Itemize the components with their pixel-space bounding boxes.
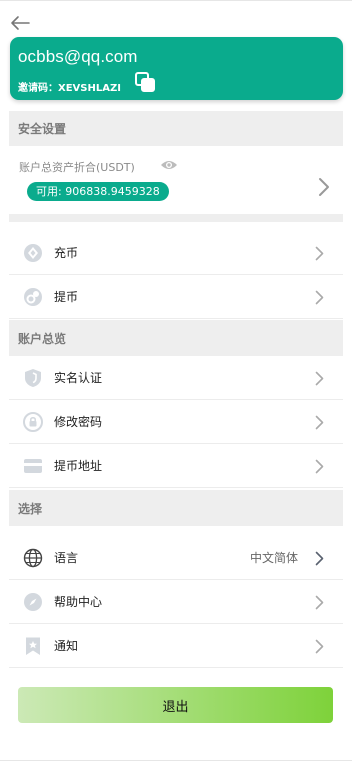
globe-icon — [23, 548, 43, 568]
menu-item-verify[interactable]: 实名认证 — [9, 356, 343, 400]
menu-item-withdraw[interactable]: 提币 — [9, 275, 343, 319]
shield-icon — [25, 369, 41, 387]
menu-item-password-label: 修改密码 — [54, 415, 103, 429]
menu-item-verify-label: 实名认证 — [54, 371, 103, 385]
invite-code-line: 邀请码：XEVSHLAZI — [18, 79, 121, 94]
menu-item-help-label: 帮助中心 — [54, 595, 103, 609]
bookmark-icon — [26, 637, 40, 655]
chevron-right-icon — [315, 595, 324, 610]
top-divider — [0, 0, 352, 1]
section-choose-title: 选择 — [18, 501, 43, 516]
deposit-icon — [24, 244, 42, 262]
section-choose: 选择 — [9, 490, 343, 526]
asset-summary[interactable] — [9, 146, 343, 216]
section-overview: 账户总览 — [9, 320, 343, 356]
eye-icon[interactable] — [160, 158, 178, 172]
chevron-right-icon — [315, 551, 324, 566]
chevron-right-icon — [315, 415, 324, 430]
withdraw-icon — [24, 288, 42, 306]
section-security-title: 安全设置 — [18, 122, 67, 136]
available-value: 906838.9459328 — [65, 185, 160, 198]
chevron-right-icon — [315, 371, 324, 386]
menu-item-address[interactable]: 提币地址 — [9, 444, 343, 488]
menu-item-deposit-label: 充币 — [54, 246, 79, 260]
bottom-divider — [0, 760, 352, 761]
section-overview-title: 账户总览 — [18, 331, 67, 346]
account-card: ocbbs@qq.com 邀请码：XEVSHLAZI — [10, 37, 343, 100]
asset-divider — [9, 214, 343, 222]
card-icon — [24, 459, 42, 473]
compass-icon — [24, 593, 42, 611]
menu-item-address-label: 提币地址 — [54, 459, 103, 473]
invite-code-label: 邀请码： — [18, 83, 58, 94]
menu-item-deposit[interactable]: 充币 — [9, 231, 343, 275]
back-arrow-icon[interactable] — [9, 14, 31, 32]
language-current-value: 中文简体 — [249, 551, 298, 565]
chevron-right-icon — [315, 246, 324, 261]
menu-item-language[interactable]: 语言 中文简体 — [9, 536, 343, 580]
copy-icon[interactable] — [134, 71, 156, 93]
menu-item-language-label: 语言 — [54, 551, 79, 565]
lock-icon — [23, 412, 43, 432]
available-balance-badge: 可用: 906838.9459328 — [27, 182, 169, 201]
chevron-right-icon — [315, 639, 324, 654]
chevron-right-icon[interactable] — [318, 177, 330, 197]
chevron-right-icon — [315, 290, 324, 305]
invite-code-value: XEVSHLAZI — [58, 83, 121, 94]
account-email: ocbbs@qq.com — [18, 47, 138, 66]
logout-button[interactable]: 退出 — [18, 687, 333, 723]
menu-item-notify[interactable]: 通知 — [9, 624, 343, 668]
chevron-right-icon — [315, 459, 324, 474]
asset-total-label: 账户总资产折合(USDT) — [19, 161, 135, 174]
available-label: 可用: — [36, 185, 62, 198]
menu-item-withdraw-label: 提币 — [54, 290, 79, 304]
menu-item-help[interactable]: 帮助中心 — [9, 580, 343, 624]
menu-item-notify-label: 通知 — [54, 639, 79, 653]
menu-item-password[interactable]: 修改密码 — [9, 400, 343, 444]
section-security: 安全设置 — [9, 111, 343, 146]
